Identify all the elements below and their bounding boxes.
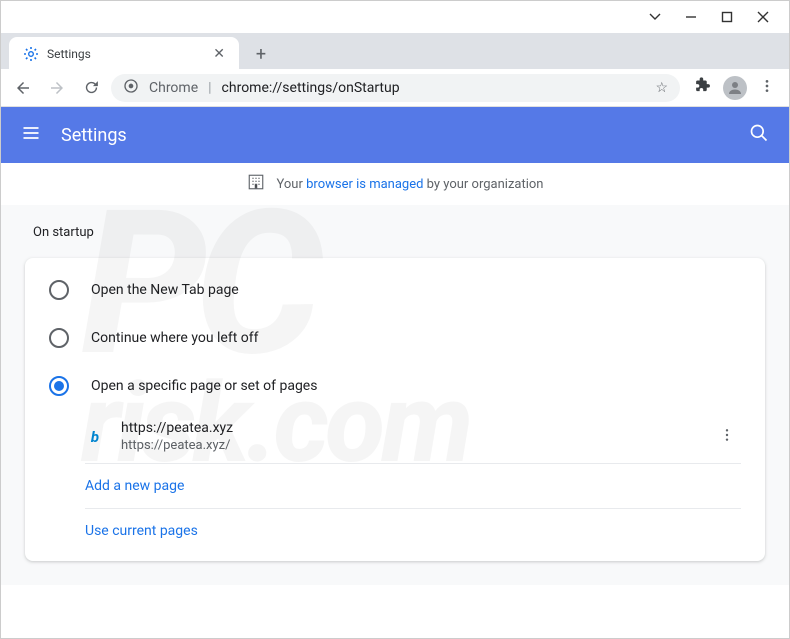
radio-option-new-tab[interactable]: Open the New Tab page bbox=[25, 266, 765, 314]
url-text: chrome://settings/onStartup bbox=[222, 80, 400, 96]
radio-label: Continue where you left off bbox=[91, 330, 259, 346]
content-area: On startup Open the New Tab page Continu… bbox=[1, 205, 789, 585]
forward-button[interactable] bbox=[43, 74, 71, 102]
window-controls bbox=[1, 1, 789, 33]
search-icon[interactable] bbox=[749, 123, 769, 147]
extensions-icon[interactable] bbox=[694, 77, 711, 98]
new-tab-button[interactable]: + bbox=[247, 40, 275, 68]
minimize-icon[interactable] bbox=[685, 8, 697, 27]
window-dropdown-icon[interactable] bbox=[649, 8, 661, 27]
tab-strip: Settings ✕ + bbox=[1, 33, 789, 69]
building-icon bbox=[247, 173, 265, 195]
radio-label: Open a specific page or set of pages bbox=[91, 378, 317, 394]
managed-banner: Your browser is managed by your organiza… bbox=[1, 163, 789, 205]
url-prefix: Chrome bbox=[149, 80, 198, 96]
page-title: Settings bbox=[61, 125, 749, 146]
site-info-icon[interactable] bbox=[123, 78, 139, 98]
radio-option-specific-page[interactable]: Open a specific page or set of pages bbox=[25, 362, 765, 410]
kebab-menu-icon[interactable] bbox=[759, 78, 775, 98]
page-item-title: https://peatea.xyz bbox=[121, 420, 697, 436]
radio-icon bbox=[49, 328, 69, 348]
close-icon[interactable] bbox=[757, 8, 769, 27]
managed-text: Your browser is managed by your organiza… bbox=[277, 177, 544, 192]
tab-settings[interactable]: Settings ✕ bbox=[9, 37, 239, 71]
hamburger-menu-icon[interactable] bbox=[21, 123, 41, 147]
page-item-url: https://peatea.xyz/ bbox=[121, 438, 697, 453]
radio-icon bbox=[49, 376, 69, 396]
startup-page-item: b https://peatea.xyz https://peatea.xyz/ bbox=[85, 410, 741, 464]
section-title: On startup bbox=[25, 205, 765, 258]
gear-icon bbox=[23, 46, 39, 62]
back-button[interactable] bbox=[9, 74, 37, 102]
managed-link[interactable]: browser is managed bbox=[306, 177, 423, 192]
startup-card: Open the New Tab page Continue where you… bbox=[25, 258, 765, 561]
radio-icon bbox=[49, 280, 69, 300]
startup-pages-list: b https://peatea.xyz https://peatea.xyz/… bbox=[85, 410, 741, 553]
bookmark-star-icon[interactable]: ☆ bbox=[655, 80, 668, 96]
browser-toolbar: Chrome | chrome://settings/onStartup ☆ bbox=[1, 69, 789, 107]
page-item-menu-icon[interactable] bbox=[713, 427, 741, 447]
radio-option-continue[interactable]: Continue where you left off bbox=[25, 314, 765, 362]
maximize-icon[interactable] bbox=[721, 8, 733, 27]
use-current-pages-link[interactable]: Use current pages bbox=[85, 509, 741, 553]
radio-label: Open the New Tab page bbox=[91, 282, 239, 298]
address-bar[interactable]: Chrome | chrome://settings/onStartup ☆ bbox=[111, 74, 680, 102]
reload-button[interactable] bbox=[77, 74, 105, 102]
settings-header: Settings bbox=[1, 107, 789, 163]
add-page-link[interactable]: Add a new page bbox=[85, 464, 741, 509]
tab-close-icon[interactable]: ✕ bbox=[213, 46, 225, 62]
site-favicon: b bbox=[85, 427, 105, 447]
tab-title: Settings bbox=[47, 47, 205, 61]
url-separator: | bbox=[208, 80, 211, 96]
profile-avatar[interactable] bbox=[723, 76, 747, 100]
